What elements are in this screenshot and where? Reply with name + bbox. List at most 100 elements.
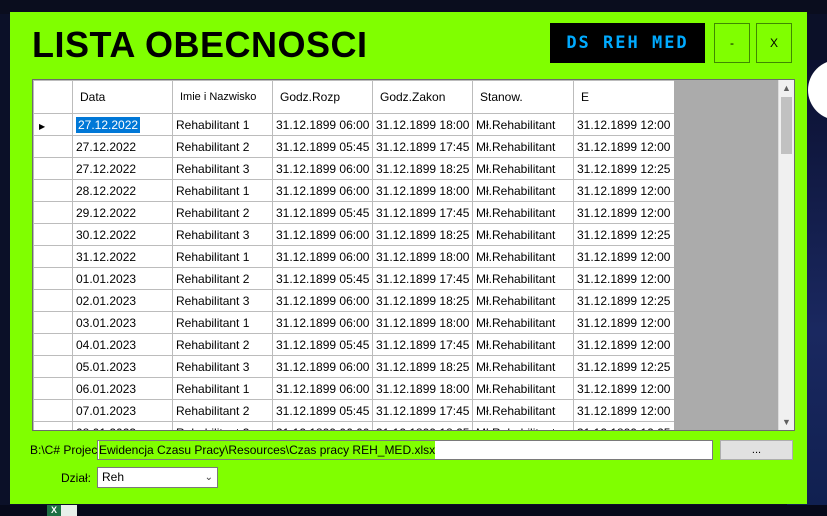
row-header[interactable] <box>33 201 73 224</box>
row-header[interactable]: ▶ <box>33 113 73 136</box>
cell-date[interactable]: 28.12.2022 <box>72 179 173 202</box>
row-header-corner[interactable] <box>33 80 73 114</box>
column-header-name[interactable]: Imie i Nazwisko <box>172 80 273 114</box>
cell-name[interactable]: Rehabilitant 3 <box>172 421 273 430</box>
cell-date[interactable]: 27.12.2022 <box>72 157 173 180</box>
cell-name[interactable]: Rehabilitant 3 <box>172 157 273 180</box>
cell-position[interactable]: Mł.Rehabilitant <box>472 421 574 430</box>
cell-position[interactable]: Mł.Rehabilitant <box>472 355 574 378</box>
cell-name[interactable]: Rehabilitant 1 <box>172 377 273 400</box>
cell-date[interactable]: 01.01.2023 <box>72 267 173 290</box>
cell-start[interactable]: 31.12.1899 06:00 <box>272 377 373 400</box>
cell-name[interactable]: Rehabilitant 3 <box>172 355 273 378</box>
cell-name[interactable]: Rehabilitant 2 <box>172 135 273 158</box>
cell-end[interactable]: 31.12.1899 17:45 <box>372 135 473 158</box>
cell-position[interactable]: Mł.Rehabilitant <box>472 179 574 202</box>
row-header[interactable] <box>33 223 73 246</box>
cell-start[interactable]: 31.12.1899 06:00 <box>272 223 373 246</box>
close-button[interactable]: X <box>756 23 792 63</box>
column-header-position[interactable]: Stanow. <box>472 80 574 114</box>
cell-date[interactable]: 02.01.2023 <box>72 289 173 312</box>
column-header-start[interactable]: Godz.Rozp <box>272 80 373 114</box>
row-header[interactable] <box>33 377 73 400</box>
cell-date[interactable]: 03.01.2023 <box>72 311 173 334</box>
cell-position[interactable]: Mł.Rehabilitant <box>472 201 574 224</box>
cell-name[interactable]: Rehabilitant 2 <box>172 267 273 290</box>
table-row[interactable]: 07.01.2023 Rehabilitant 2 31.12.1899 05:45… <box>33 399 674 422</box>
table-row[interactable]: 30.12.2022 Rehabilitant 3 31.12.1899 06:00… <box>33 223 674 246</box>
cell-position[interactable]: Mł.Rehabilitant <box>472 289 574 312</box>
row-header[interactable] <box>33 311 73 334</box>
cell-end[interactable]: 31.12.1899 18:25 <box>372 157 473 180</box>
table-row[interactable]: 31.12.2022 Rehabilitant 1 31.12.1899 06:00… <box>33 245 674 268</box>
cell-e[interactable]: 31.12.1899 12:00 <box>573 179 674 202</box>
cell-name[interactable]: Rehabilitant 2 <box>172 399 273 422</box>
column-header-end[interactable]: Godz.Zakon <box>372 80 473 114</box>
cell-end[interactable]: 31.12.1899 18:00 <box>372 377 473 400</box>
cell-e[interactable]: 31.12.1899 12:25 <box>573 157 674 180</box>
cell-date[interactable]: 27.12.2022 <box>72 113 173 136</box>
cell-name[interactable]: Rehabilitant 1 <box>172 245 273 268</box>
cell-position[interactable]: Mł.Rehabilitant <box>472 223 574 246</box>
cell-position[interactable]: Mł.Rehabilitant <box>472 311 574 334</box>
row-header[interactable] <box>33 399 73 422</box>
cell-start[interactable]: 31.12.1899 05:45 <box>272 135 373 158</box>
cell-position[interactable]: Mł.Rehabilitant <box>472 245 574 268</box>
cell-start[interactable]: 31.12.1899 06:00 <box>272 157 373 180</box>
cell-start[interactable]: 31.12.1899 06:00 <box>272 245 373 268</box>
cell-start[interactable]: 31.12.1899 05:45 <box>272 333 373 356</box>
row-header[interactable] <box>33 157 73 180</box>
table-row[interactable]: 06.01.2023 Rehabilitant 1 31.12.1899 06:00… <box>33 377 674 400</box>
cell-date[interactable]: 08.01.2023 <box>72 421 173 430</box>
table-row[interactable]: ▶ 27.12.2022 Rehabilitant 1 31.12.1899 06:0… <box>33 113 674 136</box>
table-row[interactable]: 05.01.2023 Rehabilitant 3 31.12.1899 06:00… <box>33 355 674 378</box>
row-header[interactable] <box>33 355 73 378</box>
cell-start[interactable]: 31.12.1899 06:00 <box>272 289 373 312</box>
cell-start[interactable]: 31.12.1899 05:45 <box>272 201 373 224</box>
cell-date[interactable]: 30.12.2022 <box>72 223 173 246</box>
cell-start[interactable]: 31.12.1899 06:00 <box>272 113 373 136</box>
table-row[interactable]: 27.12.2022 Rehabilitant 3 31.12.1899 06:00… <box>33 157 674 180</box>
vertical-scrollbar[interactable]: ▲ ▼ <box>778 80 794 430</box>
cell-date[interactable]: 06.01.2023 <box>72 377 173 400</box>
cell-position[interactable]: Mł.Rehabilitant <box>472 135 574 158</box>
cell-start[interactable]: 31.12.1899 05:45 <box>272 267 373 290</box>
cell-end[interactable]: 31.12.1899 17:45 <box>372 267 473 290</box>
cell-position[interactable]: Mł.Rehabilitant <box>472 377 574 400</box>
cell-e[interactable]: 31.12.1899 12:25 <box>573 223 674 246</box>
cell-name[interactable]: Rehabilitant 2 <box>172 333 273 356</box>
excel-taskbar-icon[interactable]: X <box>47 505 61 516</box>
minimize-button[interactable]: - <box>714 23 750 63</box>
column-header-e[interactable]: E <box>573 80 674 114</box>
cell-start[interactable]: 31.12.1899 06:00 <box>272 421 373 430</box>
row-header[interactable] <box>33 421 73 430</box>
cell-end[interactable]: 31.12.1899 18:25 <box>372 223 473 246</box>
cell-e[interactable]: 31.12.1899 12:25 <box>573 355 674 378</box>
cell-name[interactable]: Rehabilitant 3 <box>172 223 273 246</box>
chevron-down-icon[interactable]: ⌄ <box>205 468 213 487</box>
cell-date[interactable]: 27.12.2022 <box>72 135 173 158</box>
table-row[interactable]: 04.01.2023 Rehabilitant 2 31.12.1899 05:45… <box>33 333 674 356</box>
cell-e[interactable]: 31.12.1899 12:00 <box>573 245 674 268</box>
cell-date[interactable]: 04.01.2023 <box>72 333 173 356</box>
browse-button[interactable]: ... <box>720 440 793 460</box>
cell-date[interactable]: 31.12.2022 <box>72 245 173 268</box>
row-header[interactable] <box>33 333 73 356</box>
cell-date[interactable]: 05.01.2023 <box>72 355 173 378</box>
table-row[interactable]: 27.12.2022 Rehabilitant 2 31.12.1899 05:45… <box>33 135 674 158</box>
table-row[interactable]: 01.01.2023 Rehabilitant 2 31.12.1899 05:45… <box>33 267 674 290</box>
cell-start[interactable]: 31.12.1899 05:45 <box>272 399 373 422</box>
cell-end[interactable]: 31.12.1899 17:45 <box>372 333 473 356</box>
cell-end[interactable]: 31.12.1899 18:00 <box>372 245 473 268</box>
scroll-down-icon[interactable]: ▼ <box>779 414 794 430</box>
cell-e[interactable]: 31.12.1899 12:00 <box>573 333 674 356</box>
cell-e[interactable]: 31.12.1899 12:00 <box>573 201 674 224</box>
cell-start[interactable]: 31.12.1899 06:00 <box>272 179 373 202</box>
cell-end[interactable]: 31.12.1899 18:25 <box>372 355 473 378</box>
cell-name[interactable]: Rehabilitant 2 <box>172 201 273 224</box>
cell-end[interactable]: 31.12.1899 18:25 <box>372 289 473 312</box>
dzial-select[interactable]: Reh ⌄ <box>97 467 218 488</box>
cell-date[interactable]: 07.01.2023 <box>72 399 173 422</box>
cell-e[interactable]: 31.12.1899 12:00 <box>573 135 674 158</box>
cell-end[interactable]: 31.12.1899 18:00 <box>372 311 473 334</box>
